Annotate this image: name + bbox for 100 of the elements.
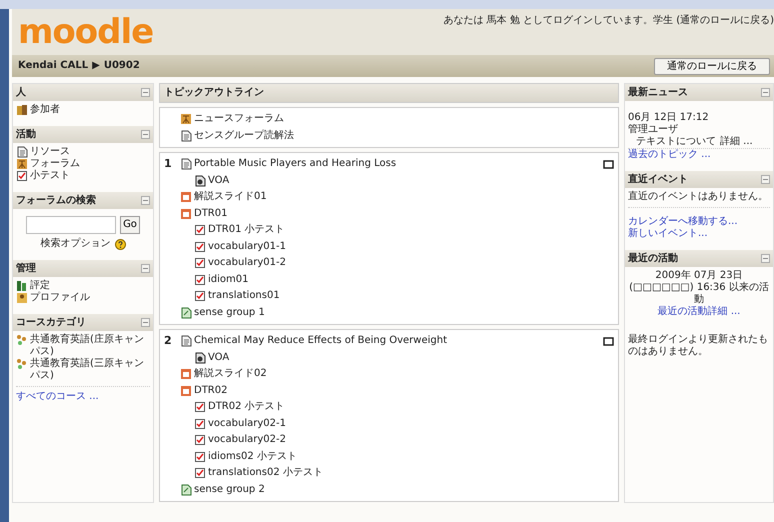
- document-icon: [180, 335, 192, 348]
- block-title: 最新ニュース: [628, 86, 688, 98]
- activity-link[interactable]: DTR01: [194, 206, 228, 222]
- activity-link[interactable]: idioms02 小テスト: [208, 448, 297, 465]
- block-title: フォーラムの検索: [16, 194, 96, 206]
- news-date: 06月 12日 17:12: [628, 112, 710, 124]
- square-icon[interactable]: [603, 160, 614, 169]
- search-options-link[interactable]: 検索オプション: [40, 238, 110, 250]
- section-number: 1: [164, 157, 172, 170]
- sidebar-link[interactable]: 共通教育英語(三原キャンパス): [30, 358, 150, 382]
- person-card-icon: [16, 292, 28, 304]
- checklist-icon: [194, 240, 206, 253]
- activity-link[interactable]: VOA: [208, 172, 230, 189]
- all-courses-link[interactable]: すべてのコース ...: [16, 386, 150, 403]
- document-icon: [180, 130, 192, 142]
- document-icon: [16, 146, 28, 158]
- slides-document-icon: [180, 208, 192, 220]
- activity-link[interactable]: Chemical May Reduce Effects of Being Overweight: [194, 333, 448, 350]
- dots-icon: [16, 334, 28, 346]
- section-title: トピックアウトライン: [159, 83, 619, 103]
- activity-link[interactable]: translations02 小テスト: [208, 465, 323, 482]
- checklist-icon: [194, 224, 206, 236]
- breadcrumb-link[interactable]: Kendai CALL: [18, 60, 88, 72]
- checklist-icon: [194, 434, 206, 446]
- checklist-icon: [194, 418, 206, 430]
- activity-link[interactable]: vocabulary01-1: [208, 238, 286, 255]
- more-link[interactable]: 詳細 ...: [720, 136, 753, 148]
- square-icon[interactable]: [603, 336, 614, 346]
- return-role-button[interactable]: 通常のロールに戻る: [654, 58, 770, 74]
- block-title: 活動: [16, 128, 36, 140]
- activity-link[interactable]: DTR01 小テスト: [208, 222, 285, 238]
- sidebar-link[interactable]: 小テスト: [30, 170, 70, 182]
- collapse-icon[interactable]: [141, 130, 150, 139]
- user-link[interactable]: 馬本 勉: [486, 15, 520, 26]
- sidebar-link[interactable]: 共通教育英語(庄原キャンパス): [30, 334, 150, 358]
- collapse-icon[interactable]: [141, 196, 150, 205]
- login-info: あなたは 馬本 勉 としてログインしています。学生 (通常のロールに戻る): [443, 15, 774, 28]
- breadcrumb-current: U0902: [104, 60, 140, 72]
- activity-link[interactable]: vocabulary02-1: [208, 416, 286, 432]
- collapse-icon[interactable]: [761, 175, 770, 184]
- link-document-icon: [180, 306, 192, 319]
- activity-link[interactable]: translations01: [208, 288, 280, 304]
- sidebar-link[interactable]: フォーラム: [30, 158, 80, 170]
- news-author: 管理ユーザ: [628, 124, 679, 136]
- event-link[interactable]: 新しいイベント...: [628, 228, 770, 240]
- activity-link[interactable]: idiom01: [208, 272, 248, 288]
- checklist-icon: [194, 467, 206, 480]
- event-link[interactable]: カレンダーへ移動する...: [628, 216, 770, 228]
- activity-link[interactable]: DTR02 小テスト: [208, 399, 285, 416]
- activity-link[interactable]: VOA: [208, 350, 230, 366]
- activity-link[interactable]: sense group 2: [194, 482, 265, 498]
- sidebar-link[interactable]: 参加者: [30, 104, 60, 116]
- document-icon: [180, 158, 192, 170]
- help-icon[interactable]: [114, 238, 126, 250]
- checklist-icon: [194, 257, 206, 270]
- activity-link[interactable]: Portable Music Players and Hearing Loss: [194, 156, 396, 172]
- activity-link[interactable]: 解説スライド02: [194, 366, 267, 382]
- section-number: 2: [164, 334, 172, 347]
- collapse-icon[interactable]: [761, 254, 770, 263]
- collapse-icon[interactable]: [141, 318, 150, 327]
- collapse-icon[interactable]: [141, 264, 150, 273]
- checklist-icon: [16, 170, 28, 182]
- sidebar-link[interactable]: 評定: [30, 280, 50, 292]
- block-title: 直近イベント: [628, 174, 688, 186]
- sidebar-link[interactable]: プロファイル: [30, 292, 90, 304]
- recent-message: 最終ログインより更新されたものはありません。: [628, 334, 769, 358]
- activity-link[interactable]: vocabulary02-2: [208, 432, 286, 448]
- news-subject: テキストについて: [636, 136, 716, 148]
- older-topics-link[interactable]: 過去のトピック ...: [628, 148, 770, 161]
- checklist-icon: [194, 450, 206, 463]
- go-button[interactable]: Go: [120, 216, 140, 234]
- speaker-document-icon: [194, 174, 206, 187]
- grade-bars-icon: [16, 280, 28, 292]
- checklist-icon: [194, 401, 206, 414]
- slides-document-icon: [180, 384, 192, 397]
- sidebar-link[interactable]: リソース: [30, 146, 70, 158]
- activity-link[interactable]: 解説スライド01: [194, 189, 267, 206]
- breadcrumb-separator: ▶: [92, 60, 100, 72]
- checklist-icon: [194, 290, 206, 302]
- activity-link[interactable]: ニュースフォーラム: [194, 111, 284, 128]
- activity-link[interactable]: vocabulary01-2: [208, 255, 286, 272]
- speaker-document-icon: [194, 352, 206, 364]
- block-title: 管理: [16, 262, 36, 274]
- recent-since: 2009年 07月 23日 (□□□□□□) 16:36 以来の活動: [628, 270, 770, 306]
- slides-document-icon: [180, 368, 192, 380]
- role-link[interactable]: (通常のロールに戻る): [676, 15, 774, 26]
- collapse-icon[interactable]: [761, 88, 770, 97]
- checklist-icon: [194, 274, 206, 286]
- link-document-icon: [180, 484, 192, 496]
- activity-link[interactable]: DTR02: [194, 382, 228, 399]
- block-title: 人: [16, 86, 26, 98]
- dots-icon: [16, 358, 28, 370]
- activity-link[interactable]: sense group 1: [194, 304, 265, 321]
- activity-link[interactable]: センスグループ読解法: [194, 128, 294, 144]
- recent-activity-link[interactable]: 最近の活動詳細 ...: [628, 306, 770, 318]
- collapse-icon[interactable]: [141, 88, 150, 97]
- slides-document-icon: [180, 191, 192, 204]
- search-field[interactable]: [26, 216, 116, 234]
- block-title: 最近の活動: [628, 252, 678, 264]
- block-title: コースカテゴリ: [16, 316, 86, 328]
